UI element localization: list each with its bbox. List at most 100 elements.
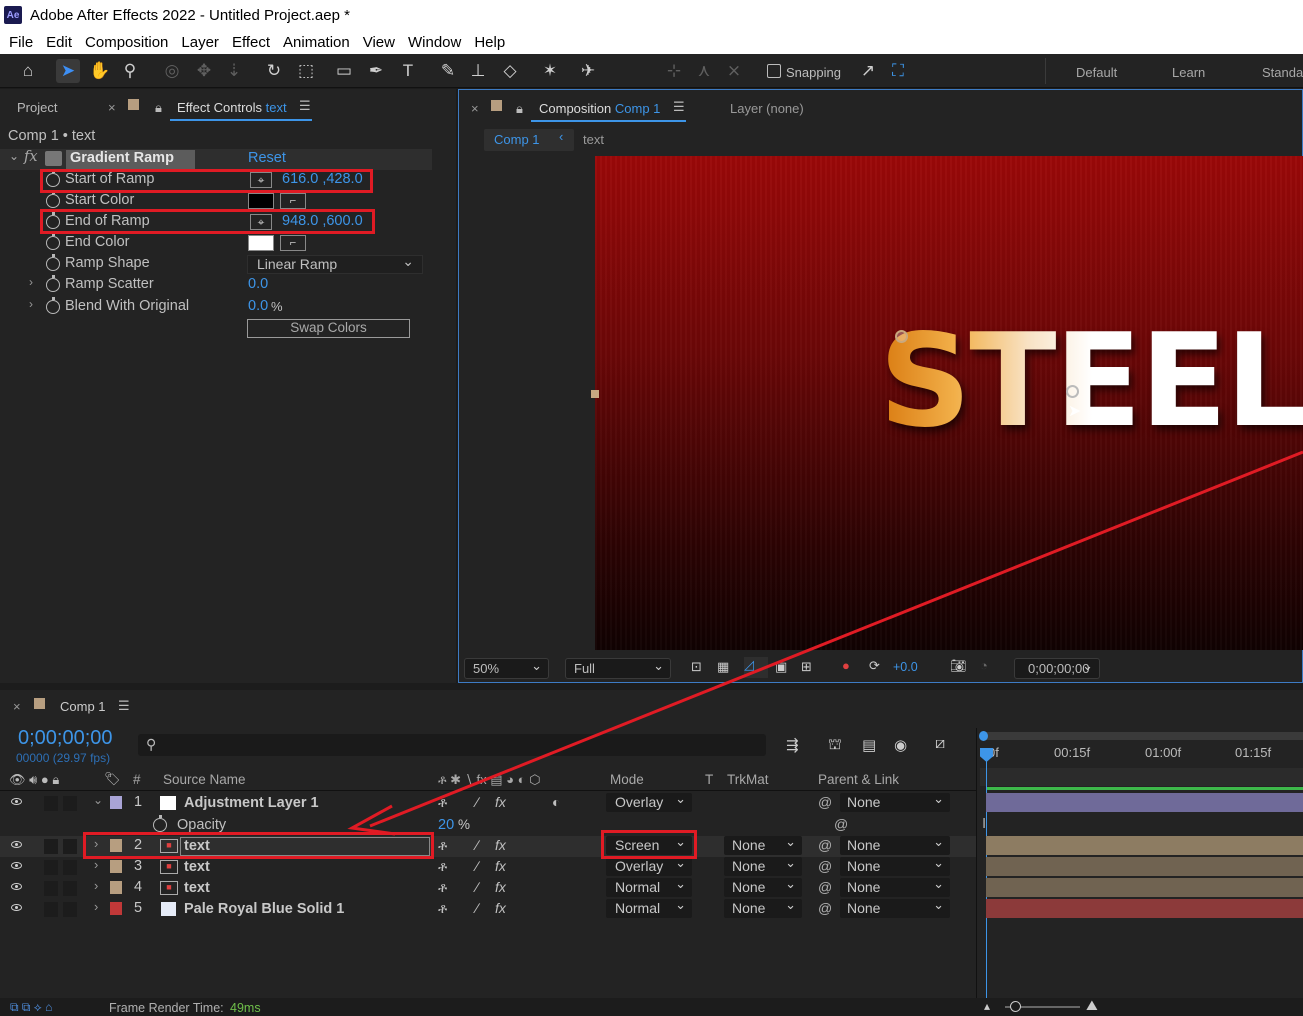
quality-switch-icon[interactable]: ∕ (476, 900, 478, 916)
blend-value[interactable]: 0.0 (248, 298, 268, 314)
local-axis-icon[interactable]: ⊹ (662, 59, 686, 83)
label-color-swatch[interactable] (110, 902, 122, 915)
brush-tool-icon[interactable]: ✎ (436, 59, 460, 83)
rotation-tool-icon[interactable]: ↻ (262, 59, 286, 83)
fx-switch-icon[interactable]: fx (495, 794, 506, 810)
work-area-bar[interactable] (982, 732, 1303, 740)
pickwhip-icon[interactable]: @ (834, 816, 848, 832)
grid-guides-icon[interactable]: ⊞ (801, 659, 812, 675)
pickwhip-icon[interactable]: @ (818, 837, 832, 853)
layer-mode-dropdown[interactable]: Overlay (606, 789, 692, 812)
channel-icon[interactable]: ● (842, 658, 850, 673)
trkmat-dropdown[interactable]: None (724, 895, 802, 918)
parent-dropdown[interactable]: None (840, 895, 950, 918)
panel-menu-icon[interactable]: ☰ (299, 98, 311, 114)
snap-target-icon[interactable]: ⛶ (886, 59, 910, 83)
pickwhip-icon[interactable]: @ (818, 858, 832, 874)
frame-blending-icon[interactable]: ◉ (894, 736, 907, 754)
fx-icon[interactable]: fx (24, 149, 38, 165)
label-color-swatch[interactable] (110, 881, 122, 894)
shy-switch-icon[interactable]: ቶ (438, 879, 447, 896)
stopwatch-icon[interactable] (46, 254, 60, 271)
roto-brush-icon[interactable]: ✶ (538, 59, 562, 83)
menu-edit[interactable]: Edit (46, 34, 72, 51)
layer-name[interactable]: Pale Royal Blue Solid 1 (184, 901, 344, 917)
comp-breadcrumb-text[interactable]: text (583, 132, 604, 147)
puppet-pin-icon[interactable]: ✈ (576, 59, 600, 83)
selection-tool-icon[interactable]: ➤ (56, 59, 80, 83)
shy-layers-icon[interactable]: ▤ (862, 736, 876, 754)
parent-dropdown[interactable]: None (840, 789, 950, 812)
current-timecode[interactable]: 0;00;00;00 (18, 727, 113, 750)
workspace-default[interactable]: Default (1076, 65, 1117, 80)
opacity-value[interactable]: 20 (438, 817, 454, 833)
viewer-timecode[interactable]: 0;00;00;00 (1014, 656, 1100, 679)
visibility-eye-icon[interactable] (11, 841, 22, 848)
reset-link[interactable]: Reset (248, 150, 286, 166)
panel-menu-icon[interactable]: ☰ (673, 99, 685, 115)
show-snapshot-icon[interactable]: ◔ (980, 658, 988, 673)
transparency-grid-icon[interactable]: ▦ (717, 659, 729, 675)
eyedropper-icon[interactable]: ⌐ (280, 193, 306, 209)
effect-name[interactable]: Gradient Ramp (70, 150, 174, 166)
zoom-slider-thumb[interactable] (1010, 1001, 1021, 1012)
menu-file[interactable]: File (9, 34, 33, 51)
snapshot-camera-icon[interactable]: 📷︎ (950, 658, 967, 674)
menu-animation[interactable]: Animation (283, 34, 350, 51)
ramp-shape-dropdown[interactable]: Linear Ramp ⌄ (247, 253, 423, 274)
expand-chevron-icon[interactable]: ⌄ (93, 793, 103, 807)
layer-5-duration-bar[interactable] (986, 899, 1303, 918)
layer-bound-handle[interactable] (591, 390, 599, 398)
ramp-start-handle[interactable] (895, 330, 908, 343)
close-tab-icon[interactable]: × (471, 101, 479, 116)
expand-chevron-icon[interactable]: ⌄ (9, 149, 19, 163)
resolution-dropdown[interactable]: Full (565, 656, 671, 679)
exposure-reset-icon[interactable]: ⟳ (869, 658, 880, 674)
quality-switch-icon[interactable]: ∕ (476, 794, 478, 810)
pickwhip-icon[interactable]: @ (818, 879, 832, 895)
visibility-eye-icon[interactable] (11, 883, 22, 890)
lock-icon[interactable]: 🔒︎ (155, 100, 162, 116)
tab-comp1[interactable]: Comp 1 (60, 699, 106, 714)
menu-effect[interactable]: Effect (232, 34, 270, 51)
col-source-name[interactable]: Source Name (163, 772, 246, 787)
menu-help[interactable]: Help (474, 34, 505, 51)
zoom-out-icon[interactable]: ▴ (984, 999, 990, 1013)
start-color-swatch[interactable] (248, 193, 274, 209)
stopwatch-icon[interactable] (46, 233, 60, 250)
orbit-camera-icon[interactable]: ◎ (160, 59, 184, 83)
layer-name[interactable]: Adjustment Layer 1 (184, 795, 319, 811)
time-navigator[interactable] (980, 768, 1303, 786)
pickwhip-icon[interactable]: @ (818, 794, 832, 810)
search-input[interactable]: ⚲ (138, 734, 766, 756)
type-tool-icon[interactable]: T (396, 59, 420, 83)
visibility-eye-icon[interactable] (11, 798, 22, 805)
tab-project[interactable]: Project (17, 100, 57, 115)
layer-3-duration-bar[interactable] (986, 857, 1303, 876)
render-icons[interactable]: ⧉ ⧉ ⟡ ⌂ (10, 1000, 52, 1015)
quality-switch-icon[interactable]: ∕ (476, 858, 478, 874)
chevron-right-icon[interactable]: › (94, 899, 98, 914)
close-tab-icon[interactable]: × (13, 699, 21, 714)
draft-3d-icon[interactable]: ⛫ (828, 736, 842, 755)
region-of-interest-icon[interactable]: ▣ (775, 659, 787, 675)
chevron-right-icon[interactable]: › (29, 275, 33, 289)
eyedropper-icon[interactable]: ⌐ (280, 235, 306, 251)
rectangle-tool-icon[interactable]: ▭ (332, 59, 356, 83)
shy-switch-icon[interactable]: ቶ (438, 900, 447, 917)
layer-row-3[interactable]: › 3 ■ text ቶ ∕ fx Overlay None @ None (0, 853, 976, 878)
menu-composition[interactable]: Composition (85, 34, 168, 51)
shy-switch-icon[interactable]: ቶ (438, 794, 447, 811)
steel-text-layer[interactable]: STEEL (879, 318, 1303, 446)
snap-options-icon[interactable]: ↗ (856, 59, 880, 83)
mask-visibility-icon[interactable]: ◿ (744, 657, 768, 678)
pen-tool-icon[interactable]: ✒ (364, 59, 388, 83)
lock-icon[interactable]: 🔒︎ (516, 101, 523, 117)
graph-editor-icon[interactable]: ⧄ (935, 735, 945, 753)
tab-composition[interactable]: Composition Comp 1 (539, 101, 660, 116)
exposure-value[interactable]: +0.0 (893, 660, 918, 674)
menu-layer[interactable]: Layer (181, 34, 219, 51)
menu-window[interactable]: Window (408, 34, 461, 51)
menu-view[interactable]: View (363, 34, 395, 51)
shy-switch-icon[interactable]: ቶ (438, 837, 447, 854)
